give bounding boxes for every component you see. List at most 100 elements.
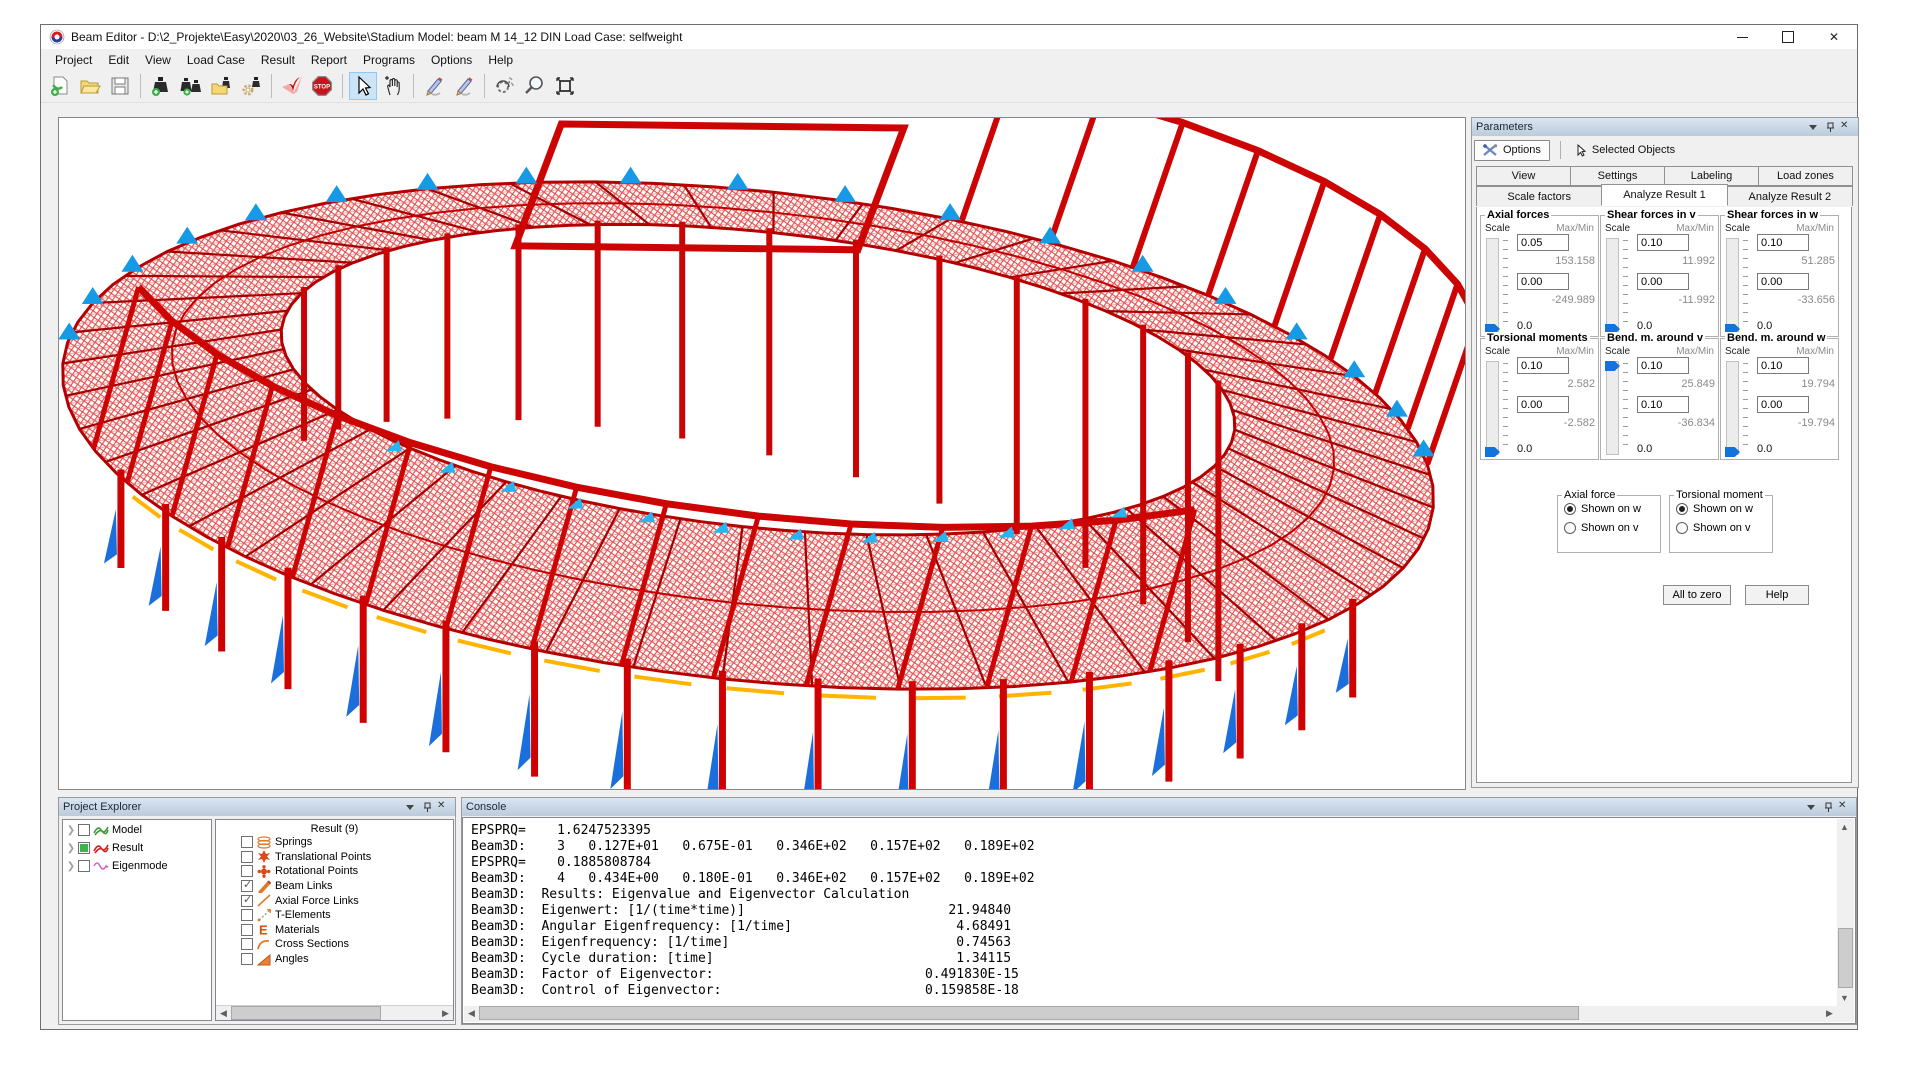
- menu-report[interactable]: Report: [303, 51, 355, 69]
- list-item-springs[interactable]: Springs: [240, 835, 453, 850]
- shear-v-threshold-input[interactable]: [1637, 273, 1689, 290]
- close-panel-icon[interactable]: [1838, 800, 1852, 814]
- pin-icon[interactable]: [1823, 120, 1837, 134]
- list-item-materials[interactable]: EMaterials: [240, 923, 453, 938]
- console-header[interactable]: Console: [462, 798, 1856, 816]
- orbit-tool-button[interactable]: [491, 72, 519, 100]
- save-model-button[interactable]: [106, 72, 134, 100]
- new-model-button[interactable]: [46, 72, 74, 100]
- tab-options[interactable]: Options: [1474, 140, 1550, 161]
- new-load-case-button[interactable]: [147, 72, 175, 100]
- shear-v-scale-input[interactable]: [1637, 234, 1689, 251]
- close-panel-icon[interactable]: [437, 800, 451, 814]
- edit-beam-button[interactable]: [420, 72, 448, 100]
- menu-view[interactable]: View: [137, 51, 179, 69]
- menu-help[interactable]: Help: [480, 51, 521, 69]
- radio-axial-shown-on-v[interactable]: Shown on v: [1564, 522, 1660, 534]
- pin-icon[interactable]: [420, 800, 434, 814]
- scroll-right-icon[interactable]: ▶: [1822, 1006, 1837, 1020]
- scroll-left-icon[interactable]: ◀: [216, 1006, 231, 1020]
- load-case-settings-button[interactable]: [237, 72, 265, 100]
- scrollbar-thumb[interactable]: [1838, 928, 1853, 988]
- tab-selected-objects[interactable]: Selected Objects: [1567, 140, 1684, 161]
- bending-v-slider[interactable]: [1606, 361, 1632, 455]
- pin-icon[interactable]: [1821, 800, 1835, 814]
- all-to-zero-button[interactable]: All to zero: [1663, 585, 1731, 605]
- zoom-extents-button[interactable]: [551, 72, 579, 100]
- panel-menu-icon[interactable]: [403, 800, 417, 814]
- result-checkbox[interactable]: [78, 842, 90, 854]
- translational-points-checkbox[interactable]: [241, 851, 253, 863]
- close-button[interactable]: [1811, 25, 1857, 49]
- list-item-t-elements[interactable]: T-Elements: [240, 908, 453, 923]
- torsion-scale-input[interactable]: [1517, 357, 1569, 374]
- parameters-header[interactable]: Parameters: [1472, 118, 1858, 136]
- rotational-points-checkbox[interactable]: [241, 865, 253, 877]
- list-item-translational-points[interactable]: Translational Points: [240, 850, 453, 865]
- menu-result[interactable]: Result: [253, 51, 303, 69]
- radio-torsion-shown-on-w[interactable]: Shown on w: [1676, 503, 1772, 515]
- scroll-left-icon[interactable]: ◀: [464, 1006, 479, 1020]
- scroll-right-icon[interactable]: ▶: [438, 1006, 453, 1020]
- bending-w-slider[interactable]: [1726, 361, 1752, 455]
- tab-load-zones[interactable]: Load zones: [1758, 166, 1853, 186]
- angles-checkbox[interactable]: [241, 953, 253, 965]
- radio-axial-shown-on-w[interactable]: Shown on w: [1564, 503, 1660, 515]
- menu-load-case[interactable]: Load Case: [179, 51, 253, 69]
- chevron-right-icon[interactable]: ❯: [65, 825, 77, 836]
- torsion-threshold-input[interactable]: [1517, 396, 1569, 413]
- tree-item-result[interactable]: ❯ Result: [65, 840, 211, 856]
- tab-view[interactable]: View: [1476, 166, 1571, 186]
- horizontal-scrollbar[interactable]: ◀ ▶: [464, 1006, 1837, 1022]
- select-tool-button[interactable]: [349, 72, 377, 100]
- vertical-scrollbar[interactable]: ▲ ▼: [1837, 819, 1854, 1006]
- viewport-3d-model[interactable]: [58, 117, 1466, 790]
- t-elements-checkbox[interactable]: [241, 909, 253, 921]
- axial-forces-slider[interactable]: [1486, 238, 1512, 332]
- panel-menu-icon[interactable]: [1804, 800, 1818, 814]
- menu-programs[interactable]: Programs: [355, 51, 423, 69]
- edit-link-button[interactable]: [450, 72, 478, 100]
- bending-v-scale-input[interactable]: [1637, 357, 1689, 374]
- console-output[interactable]: EPSPRQ= 1.6247523395Beam3D: 3 0.127E+01 …: [462, 817, 1856, 1024]
- open-load-case-button[interactable]: [207, 72, 235, 100]
- zoom-tool-button[interactable]: [521, 72, 549, 100]
- load-case-pair-button[interactable]: [177, 72, 205, 100]
- scrollbar-thumb[interactable]: [231, 1006, 381, 1020]
- list-item-axial-force-links[interactable]: Axial Force Links: [240, 893, 453, 908]
- tab-labeling[interactable]: Labeling: [1664, 166, 1759, 186]
- scrollbar-thumb[interactable]: [479, 1006, 1579, 1020]
- tab-scale-factors[interactable]: Scale factors: [1476, 186, 1602, 206]
- minimize-button[interactable]: [1719, 25, 1765, 49]
- axial-forces-threshold-input[interactable]: [1517, 273, 1569, 290]
- cross-sections-checkbox[interactable]: [241, 938, 253, 950]
- shear-w-slider[interactable]: [1726, 238, 1752, 332]
- tab-analyze-result-1[interactable]: Analyze Result 1: [1601, 184, 1727, 206]
- axial-force-links-checkbox[interactable]: [241, 895, 253, 907]
- beam-links-checkbox[interactable]: [241, 880, 253, 892]
- radio-torsion-shown-on-v[interactable]: Shown on v: [1676, 522, 1772, 534]
- titlebar[interactable]: Beam Editor - D:\2_Projekte\Easy\2020\03…: [41, 25, 1857, 49]
- tree-item-model[interactable]: ❯ Model: [65, 822, 211, 838]
- chevron-right-icon[interactable]: ❯: [65, 861, 77, 872]
- list-item-cross-sections[interactable]: Cross Sections: [240, 937, 453, 952]
- calculate-button[interactable]: [278, 72, 306, 100]
- model-checkbox[interactable]: [78, 824, 90, 836]
- springs-checkbox[interactable]: [241, 836, 253, 848]
- axial-forces-scale-input[interactable]: [1517, 234, 1569, 251]
- shear-v-slider[interactable]: [1606, 238, 1632, 332]
- chevron-right-icon[interactable]: ❯: [65, 843, 77, 854]
- menu-edit[interactable]: Edit: [100, 51, 137, 69]
- tab-analyze-result-2[interactable]: Analyze Result 2: [1727, 186, 1853, 206]
- stop-button[interactable]: STOP: [308, 72, 336, 100]
- open-model-button[interactable]: [76, 72, 104, 100]
- scroll-down-icon[interactable]: ▼: [1837, 990, 1852, 1006]
- eigenmode-checkbox[interactable]: [78, 860, 90, 872]
- materials-checkbox[interactable]: [241, 924, 253, 936]
- shear-w-threshold-input[interactable]: [1757, 273, 1809, 290]
- horizontal-scrollbar[interactable]: ◀ ▶: [216, 1005, 453, 1020]
- tree-item-eigenmode[interactable]: ❯ Eigenmode: [65, 858, 211, 874]
- pan-tool-button[interactable]: [379, 72, 407, 100]
- panel-menu-icon[interactable]: [1806, 120, 1820, 134]
- help-button[interactable]: Help: [1745, 585, 1809, 605]
